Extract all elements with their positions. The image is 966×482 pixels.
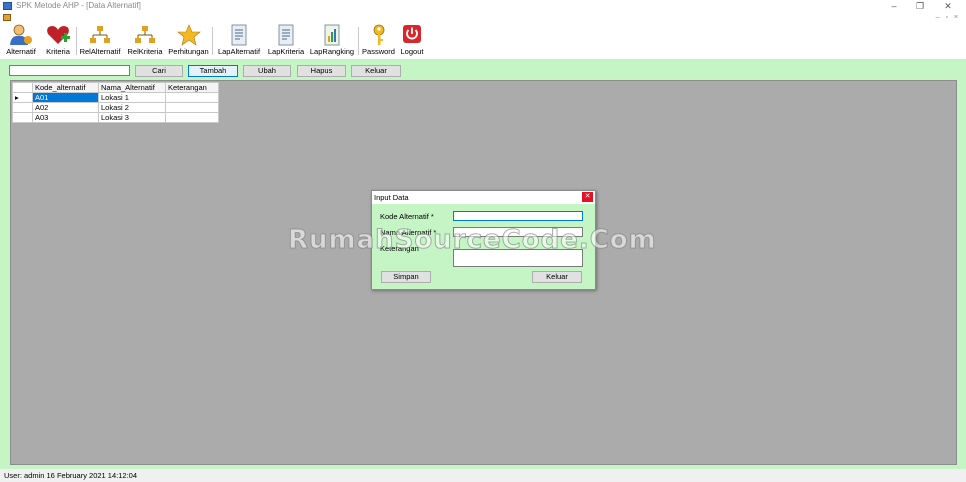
star-icon xyxy=(176,24,201,46)
window-title: SPK Metode AHP - [Data Alternatif] xyxy=(16,1,141,10)
cari-button[interactable]: Cari xyxy=(135,65,183,77)
toolbar-logout-button[interactable]: Logout xyxy=(398,24,426,58)
user-icon xyxy=(9,24,33,46)
toolbar-label: Alternatif xyxy=(6,47,36,56)
toolbar-alternatif-button[interactable]: Alternatif xyxy=(3,24,39,58)
toolbar-label: LapKriteria xyxy=(267,47,305,56)
mdi-child-icon[interactable] xyxy=(3,14,11,21)
row-header[interactable] xyxy=(12,112,33,123)
kode-alternatif-label: Kode Alternatif * xyxy=(380,212,434,221)
hierarchy-icon xyxy=(133,24,157,46)
search-input[interactable] xyxy=(9,65,130,76)
simpan-button[interactable]: Simpan xyxy=(381,271,431,283)
table-row[interactable]: A03 Lokasi 3 xyxy=(12,112,219,123)
toolbar-lapkriteria-button[interactable]: LapKriteria xyxy=(265,24,307,58)
report-icon xyxy=(274,24,298,46)
table-cell[interactable] xyxy=(165,102,219,113)
app-icon xyxy=(3,2,12,10)
key-icon xyxy=(367,24,391,46)
toolbar-perhitungan-button[interactable]: Perhitungan xyxy=(167,24,210,58)
table-cell[interactable]: Lokasi 3 xyxy=(98,112,166,123)
hapus-button[interactable]: Hapus xyxy=(297,65,346,77)
column-header[interactable]: Kode_alternatif xyxy=(32,82,99,93)
toolbar-kriteria-button[interactable]: Kriteria xyxy=(41,24,75,58)
table-cell[interactable]: A02 xyxy=(32,102,99,113)
table-row[interactable]: A02 Lokasi 2 xyxy=(12,102,219,113)
table-cell[interactable] xyxy=(165,112,219,123)
kode-alternatif-field[interactable] xyxy=(453,211,583,221)
row-header-corner xyxy=(12,82,33,93)
toolbar-label: RelKriteria xyxy=(127,47,163,56)
toolbar-laprangking-button[interactable]: LapRangking xyxy=(308,24,356,58)
toolbar-label: LapRangking xyxy=(309,47,355,56)
toolbar-separator xyxy=(358,27,359,55)
alternatif-table: Kode_alternatif Nama_Alternatif Keterang… xyxy=(12,82,219,123)
toolbar-relalternatif-button[interactable]: RelAlternatif xyxy=(78,24,122,58)
main-toolbar: Alternatif Kriteria RelAlternatif RelKri… xyxy=(0,24,966,60)
dialog-close-icon[interactable]: ✕ xyxy=(582,192,593,202)
table-row[interactable]: ▸ A01 Lokasi 1 xyxy=(12,92,219,103)
toolbar-separator xyxy=(212,27,213,55)
column-header[interactable]: Nama_Alternatif xyxy=(98,82,166,93)
status-text: User: admin 16 February 2021 14:12:04 xyxy=(4,471,137,480)
title-bar: SPK Metode AHP - [Data Alternatif] – ❐ ✕ xyxy=(0,0,966,13)
status-bar: User: admin 16 February 2021 14:12:04 xyxy=(0,469,966,482)
watermark-text: RumahSourceCode.Com xyxy=(288,225,657,256)
row-header[interactable] xyxy=(12,102,33,113)
report-chart-icon xyxy=(320,24,344,46)
toolbar-relkriteria-button[interactable]: RelKriteria xyxy=(125,24,165,58)
table-header-row: Kode_alternatif Nama_Alternatif Keterang… xyxy=(12,82,219,93)
restore-icon[interactable]: ❐ xyxy=(912,1,928,12)
table-cell[interactable] xyxy=(165,92,219,103)
toolbar-separator xyxy=(76,27,77,55)
dialog-keluar-button[interactable]: Keluar xyxy=(532,271,582,283)
heart-plus-icon xyxy=(46,24,70,46)
toolbar-label: Perhitungan xyxy=(168,47,209,56)
toolbar-label: RelAlternatif xyxy=(79,47,121,56)
close-icon[interactable]: ✕ xyxy=(940,1,956,12)
report-icon xyxy=(227,24,251,46)
table-cell[interactable]: A03 xyxy=(32,112,99,123)
toolbar-lapalternatif-button[interactable]: LapAlternatif xyxy=(215,24,263,58)
power-icon xyxy=(400,24,424,46)
table-cell[interactable]: A01 xyxy=(32,92,99,103)
dialog-title: Input Data xyxy=(374,193,409,202)
hierarchy-icon xyxy=(88,24,112,46)
toolbar-label: Password xyxy=(362,47,395,56)
row-pointer-icon[interactable]: ▸ xyxy=(12,92,33,103)
ubah-button[interactable]: Ubah xyxy=(243,65,291,77)
toolbar-label: LapAlternatif xyxy=(217,47,261,56)
dialog-title-bar: Input Data ✕ xyxy=(372,191,595,204)
tambah-button[interactable]: Tambah xyxy=(188,65,238,77)
mdi-window-controls[interactable]: – ▫ × xyxy=(936,14,960,21)
table-cell[interactable]: Lokasi 1 xyxy=(98,92,166,103)
table-cell[interactable]: Lokasi 2 xyxy=(98,102,166,113)
mdi-menu-strip: – ▫ × xyxy=(0,13,966,24)
column-header[interactable]: Keterangan xyxy=(165,82,219,93)
keluar-button[interactable]: Keluar xyxy=(351,65,401,77)
toolbar-password-button[interactable]: Password xyxy=(361,24,396,58)
toolbar-label: Logout xyxy=(400,47,424,56)
minimize-icon[interactable]: – xyxy=(886,1,902,12)
toolbar-label: Kriteria xyxy=(46,47,70,56)
